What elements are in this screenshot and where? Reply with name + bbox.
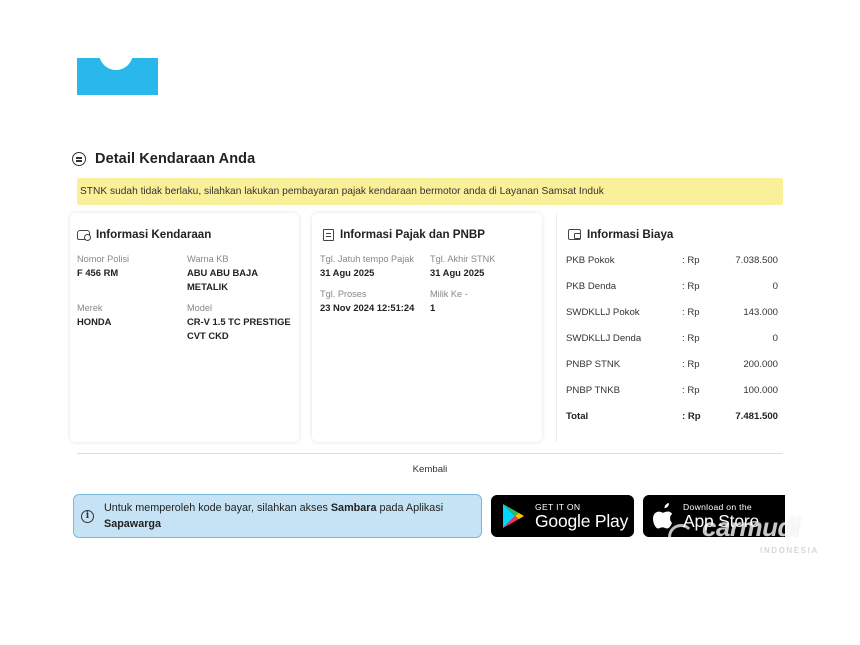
- app-store-big-text: App Store: [683, 510, 760, 531]
- cost-info-title: Informasi Biaya: [568, 228, 673, 241]
- cost-currency: : Rp: [682, 385, 700, 396]
- cost-label: SWDKLLJ Denda: [566, 333, 642, 344]
- google-play-button[interactable]: GET IT ON Google Play: [491, 495, 634, 537]
- cost-currency: : Rp: [682, 411, 701, 422]
- cost-label: PKB Denda: [566, 281, 617, 292]
- cost-currency: : Rp: [682, 307, 700, 318]
- cost-currency: : Rp: [682, 333, 700, 344]
- apple-icon: [653, 503, 673, 529]
- cost-row-total: Total : Rp 7.481.500: [566, 411, 778, 425]
- field-label: Tgl. Jatuh tempo Pajak: [320, 254, 414, 264]
- cost-amount: 200.000: [743, 359, 778, 370]
- field-value: F 456 RM: [77, 267, 119, 278]
- field-value: ABU ABU BAJA METALIK: [187, 267, 258, 292]
- cost-row-pkb-denda: PKB Denda : Rp 0: [566, 281, 778, 295]
- info-icon: i: [81, 509, 94, 523]
- field-label: Tgl. Proses: [320, 289, 367, 299]
- app-store-button[interactable]: Download on the App Store: [643, 495, 785, 537]
- cost-label: PNBP STNK: [566, 359, 621, 370]
- car-icon: [77, 229, 91, 241]
- cost-row-pnbp-tnkb: PNBP TNKB : Rp 100.000: [566, 385, 778, 399]
- field-plate-number: Nomor Polisi F 456 RM: [77, 252, 177, 280]
- field-vehicle-color: Warna KB ABU ABU BAJA METALIK: [187, 252, 295, 294]
- field-model: Model CR-V 1.5 TC PRESTIGE CVT CKD: [187, 301, 295, 343]
- app-store-small-text: Download on the: [683, 501, 752, 512]
- payment-code-info-box: i Untuk memperoleh kode bayar, silahkan …: [73, 494, 482, 538]
- wallet-icon: [568, 229, 581, 240]
- field-label: Model: [187, 303, 213, 313]
- cost-amount: 7.481.500: [735, 411, 778, 422]
- google-play-icon: [503, 504, 524, 528]
- vehicle-info-card: Informasi Kendaraan Nomor Polisi F 456 R…: [70, 213, 299, 442]
- vehicle-info-title: Informasi Kendaraan: [77, 228, 211, 241]
- google-play-small-text: GET IT ON: [535, 501, 581, 512]
- info-app-name: Sambara: [330, 502, 377, 514]
- expired-alert-banner: STNK sudah tidak berlaku, silahkan lakuk…: [77, 178, 783, 205]
- cost-label: Total: [566, 411, 589, 422]
- cost-label: SWDKLLJ Pokok: [566, 307, 640, 318]
- page-title: Detail Kendaraan Anda: [95, 151, 256, 167]
- cost-amount: 0: [772, 333, 778, 344]
- info-text-part: pada Aplikasi: [376, 502, 444, 514]
- info-text: Untuk memperoleh kode bayar, silahkan ak…: [104, 500, 443, 532]
- field-value: 31 Agu 2025: [320, 267, 375, 278]
- cost-currency: : Rp: [682, 359, 700, 370]
- field-owner-number: Milik Ke - 1: [430, 287, 538, 315]
- cost-info-card: Informasi Biaya PKB Pokok : Rp 7.038.500…: [556, 213, 783, 442]
- tax-info-card: Informasi Pajak dan PNBP Tgl. Jatuh temp…: [312, 213, 542, 442]
- page-header: Detail Kendaraan Anda: [72, 148, 255, 170]
- field-stnk-end-date: Tgl. Akhir STNK 31 Agu 2025: [430, 252, 538, 280]
- field-value: 1: [430, 302, 436, 313]
- divider: [77, 453, 783, 454]
- cost-label: PKB Pokok: [566, 255, 615, 266]
- field-label: Tgl. Akhir STNK: [430, 254, 496, 264]
- field-value: 23 Nov 2024 12:51:24: [320, 302, 415, 313]
- back-button[interactable]: Kembali: [77, 457, 783, 482]
- cost-amount: 100.000: [743, 385, 778, 396]
- cost-amount: 0: [772, 281, 778, 292]
- field-process-date: Tgl. Proses 23 Nov 2024 12:51:24: [320, 287, 428, 315]
- field-value: 31 Agu 2025: [430, 267, 485, 278]
- alert-text: STNK sudah tidak berlaku, silahkan lakuk…: [80, 186, 604, 197]
- vehicle-info-title-text: Informasi Kendaraan: [96, 228, 212, 241]
- info-platform-name: Sapawarga: [104, 518, 162, 530]
- tax-info-title-text: Informasi Pajak dan PNBP: [340, 228, 485, 241]
- google-play-big-text: Google Play: [535, 510, 629, 531]
- field-tax-due-date: Tgl. Jatuh tempo Pajak 31 Agu 2025: [320, 252, 428, 280]
- cost-label: PNBP TNKB: [566, 385, 621, 396]
- cost-currency: : Rp: [682, 281, 700, 292]
- cost-info-title-text: Informasi Biaya: [587, 228, 674, 241]
- list-icon: [72, 152, 86, 166]
- field-label: Merek: [77, 303, 103, 313]
- cost-row-pnbp-stnk: PNBP STNK : Rp 200.000: [566, 359, 778, 373]
- cost-currency: : Rp: [682, 255, 700, 266]
- field-label: Nomor Polisi: [77, 254, 130, 264]
- field-label: Warna KB: [187, 254, 229, 264]
- cost-row-pkb-pokok: PKB Pokok : Rp 7.038.500: [566, 255, 778, 269]
- field-value: CR-V 1.5 TC PRESTIGE CVT CKD: [187, 316, 291, 341]
- cost-row-swdkllj-denda: SWDKLLJ Denda : Rp 0: [566, 333, 778, 347]
- field-value: HONDA: [77, 316, 112, 327]
- watermark-sub: INDONESIA: [760, 546, 819, 555]
- cost-amount: 143.000: [743, 307, 778, 318]
- document-icon: [323, 228, 334, 241]
- tax-info-title: Informasi Pajak dan PNBP: [323, 228, 485, 241]
- cost-amount: 7.038.500: [735, 255, 778, 266]
- info-text-part: Untuk memperoleh kode bayar, silahkan ak…: [104, 502, 331, 514]
- field-brand: Merek HONDA: [77, 301, 177, 329]
- field-label: Milik Ke -: [430, 289, 468, 299]
- cost-row-swdkllj-pokok: SWDKLLJ Pokok : Rp 143.000: [566, 307, 778, 321]
- brand-logo: [77, 58, 158, 95]
